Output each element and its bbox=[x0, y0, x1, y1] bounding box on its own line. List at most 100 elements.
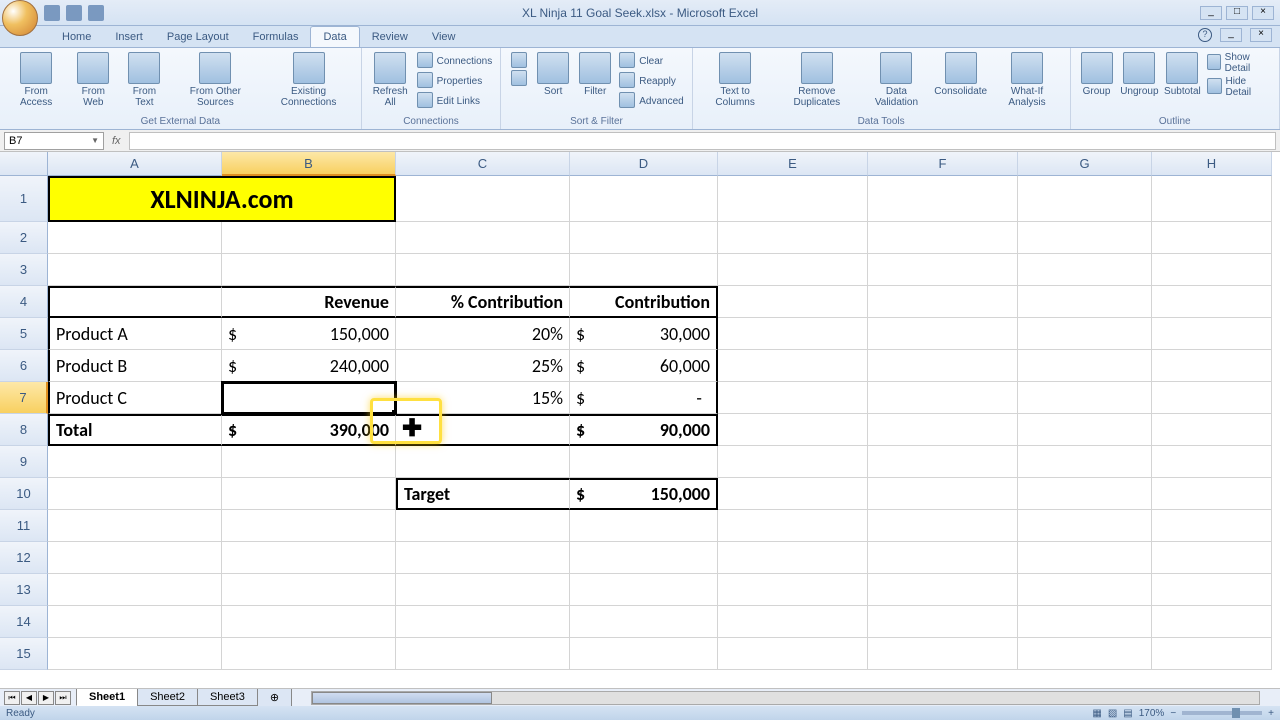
cell-B12[interactable] bbox=[222, 542, 396, 574]
row-header-10[interactable]: 10 bbox=[0, 478, 48, 510]
row-header-13[interactable]: 13 bbox=[0, 574, 48, 606]
column-header-h[interactable]: H bbox=[1152, 152, 1272, 176]
cell-H3[interactable] bbox=[1152, 254, 1272, 286]
tab-data[interactable]: Data bbox=[310, 26, 359, 47]
cell-D1[interactable] bbox=[570, 176, 718, 222]
name-box[interactable]: B7 ▼ bbox=[4, 132, 104, 150]
zoom-level[interactable]: 170% bbox=[1139, 708, 1165, 719]
sheet-tab-3[interactable]: Sheet3 bbox=[197, 689, 258, 706]
cell-pct[interactable]: 15% bbox=[396, 382, 570, 414]
cell-E5[interactable] bbox=[718, 318, 868, 350]
ribbon-close-button[interactable]: × bbox=[1250, 28, 1272, 42]
cell-G14[interactable] bbox=[1018, 606, 1152, 638]
cell-C1[interactable] bbox=[396, 176, 570, 222]
cell-H13[interactable] bbox=[1152, 574, 1272, 606]
connections-button[interactable]: Connections bbox=[417, 52, 493, 70]
zoom-slider-thumb[interactable] bbox=[1232, 708, 1240, 718]
cell-C13[interactable] bbox=[396, 574, 570, 606]
sheet-nav-prev[interactable]: ◀ bbox=[21, 691, 37, 705]
tab-insert[interactable]: Insert bbox=[103, 27, 155, 47]
cell-E14[interactable] bbox=[718, 606, 868, 638]
edit-links-button[interactable]: Edit Links bbox=[417, 92, 493, 110]
sheet-nav-last[interactable]: ⏭ bbox=[55, 691, 71, 705]
cell-E15[interactable] bbox=[718, 638, 868, 670]
select-all-corner[interactable] bbox=[0, 152, 48, 176]
column-header-g[interactable]: G bbox=[1018, 152, 1152, 176]
redo-icon[interactable] bbox=[88, 5, 104, 21]
cell-E1[interactable] bbox=[718, 176, 868, 222]
cell-E8[interactable] bbox=[718, 414, 868, 446]
cell-C14[interactable] bbox=[396, 606, 570, 638]
target-label[interactable]: Target bbox=[396, 478, 570, 510]
column-header-e[interactable]: E bbox=[718, 152, 868, 176]
cell-B9[interactable] bbox=[222, 446, 396, 478]
cell-F13[interactable] bbox=[868, 574, 1018, 606]
cell-product-name[interactable]: Product A bbox=[48, 318, 222, 350]
cell-D12[interactable] bbox=[570, 542, 718, 574]
banner-cell[interactable]: XLNINJA.com bbox=[48, 176, 396, 222]
cell-D3[interactable] bbox=[570, 254, 718, 286]
view-normal-icon[interactable]: ▦ bbox=[1092, 708, 1101, 719]
cell-G10[interactable] bbox=[1018, 478, 1152, 510]
header-contrib[interactable]: Contribution bbox=[570, 286, 718, 318]
cell-G8[interactable] bbox=[1018, 414, 1152, 446]
cell-F5[interactable] bbox=[868, 318, 1018, 350]
cell-revenue[interactable]: $150,000 bbox=[222, 318, 396, 350]
row-header-9[interactable]: 9 bbox=[0, 446, 48, 478]
cell-F9[interactable] bbox=[868, 446, 1018, 478]
cell-a4[interactable] bbox=[48, 286, 222, 318]
cell-revenue[interactable] bbox=[222, 382, 396, 414]
office-button[interactable] bbox=[2, 0, 38, 36]
cell-G6[interactable] bbox=[1018, 350, 1152, 382]
column-header-c[interactable]: C bbox=[396, 152, 570, 176]
cell-B15[interactable] bbox=[222, 638, 396, 670]
tab-view[interactable]: View bbox=[420, 27, 468, 47]
show-detail-button[interactable]: Show Detail bbox=[1207, 52, 1272, 74]
cell-A12[interactable] bbox=[48, 542, 222, 574]
cell-pct[interactable]: 20% bbox=[396, 318, 570, 350]
cell-F7[interactable] bbox=[868, 382, 1018, 414]
column-header-a[interactable]: A bbox=[48, 152, 222, 176]
chevron-down-icon[interactable]: ▼ bbox=[91, 136, 99, 145]
cell-product-name[interactable]: Product B bbox=[48, 350, 222, 382]
cell-E4[interactable] bbox=[718, 286, 868, 318]
cell-C11[interactable] bbox=[396, 510, 570, 542]
cell-A11[interactable] bbox=[48, 510, 222, 542]
cell-H14[interactable] bbox=[1152, 606, 1272, 638]
cell-contrib[interactable]: $90,000 bbox=[570, 414, 718, 446]
advanced-button[interactable]: Advanced bbox=[619, 92, 683, 110]
header-pct[interactable]: % Contribution bbox=[396, 286, 570, 318]
view-layout-icon[interactable]: ▧ bbox=[1108, 708, 1117, 719]
cell-E9[interactable] bbox=[718, 446, 868, 478]
cell-G9[interactable] bbox=[1018, 446, 1152, 478]
sheet-tab-2[interactable]: Sheet2 bbox=[137, 689, 198, 706]
cell-F14[interactable] bbox=[868, 606, 1018, 638]
cell-H5[interactable] bbox=[1152, 318, 1272, 350]
row-header-12[interactable]: 12 bbox=[0, 542, 48, 574]
clear-button[interactable]: Clear bbox=[619, 52, 683, 70]
cell-H15[interactable] bbox=[1152, 638, 1272, 670]
cell-E7[interactable] bbox=[718, 382, 868, 414]
column-header-d[interactable]: D bbox=[570, 152, 718, 176]
target-value[interactable]: $150,000 bbox=[570, 478, 718, 510]
reapply-button[interactable]: Reapply bbox=[619, 72, 683, 90]
cell-F15[interactable] bbox=[868, 638, 1018, 670]
cell-D13[interactable] bbox=[570, 574, 718, 606]
cell-H8[interactable] bbox=[1152, 414, 1272, 446]
cell-C3[interactable] bbox=[396, 254, 570, 286]
cell-H2[interactable] bbox=[1152, 222, 1272, 254]
row-header-5[interactable]: 5 bbox=[0, 318, 48, 350]
cell-C9[interactable] bbox=[396, 446, 570, 478]
cell-F8[interactable] bbox=[868, 414, 1018, 446]
sheet-tab-1[interactable]: Sheet1 bbox=[76, 689, 138, 706]
horizontal-scrollbar[interactable] bbox=[311, 691, 1260, 705]
cell-contrib[interactable]: $60,000 bbox=[570, 350, 718, 382]
zoom-in-button[interactable]: + bbox=[1268, 708, 1274, 719]
cell-F6[interactable] bbox=[868, 350, 1018, 382]
fx-button[interactable]: fx bbox=[112, 135, 121, 147]
cell-product-name[interactable]: Product C bbox=[48, 382, 222, 414]
cell-A14[interactable] bbox=[48, 606, 222, 638]
cell-product-name[interactable]: Total bbox=[48, 414, 222, 446]
cell-E3[interactable] bbox=[718, 254, 868, 286]
row-header-6[interactable]: 6 bbox=[0, 350, 48, 382]
